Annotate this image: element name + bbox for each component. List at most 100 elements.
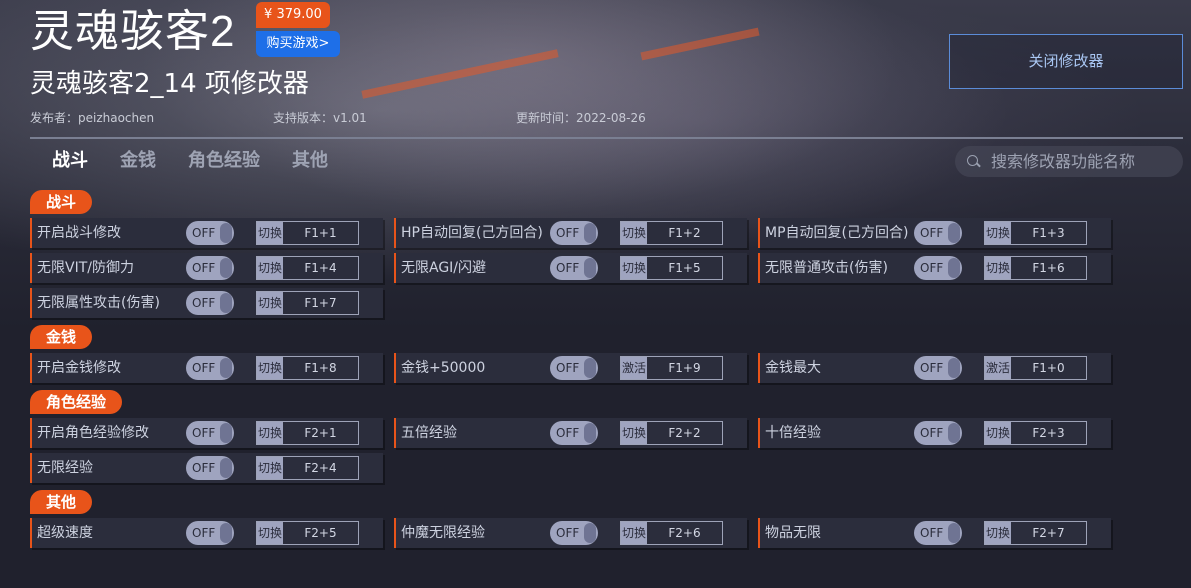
buy-game-button[interactable]: 购买游戏>	[256, 31, 340, 57]
cheat-toggle[interactable]: OFF	[914, 256, 962, 280]
hotkey-mode-label: 切换	[257, 292, 283, 314]
hotkey-button[interactable]: 切换 F2+1	[256, 421, 359, 445]
section-header-character-exp: 角色经验	[30, 390, 123, 414]
search-box	[955, 146, 1183, 177]
hotkey-key: F2+2	[668, 426, 701, 440]
cheat-toggle[interactable]: OFF	[186, 521, 234, 545]
cheat-toggle[interactable]: OFF	[914, 221, 962, 245]
search-input[interactable]	[991, 152, 1171, 171]
cheat-row: 开启角色经验修改 OFF 切换 F2+1	[30, 418, 383, 448]
cheat-label: 十倍经验	[765, 425, 821, 441]
hotkey-button[interactable]: 切换 F1+7	[256, 291, 359, 315]
hotkey-button[interactable]: 激活 F1+0	[984, 356, 1087, 380]
cheat-toggle[interactable]: OFF	[914, 356, 962, 380]
hotkey-key: F2+7	[1032, 526, 1065, 540]
hotkey-key: F2+5	[304, 526, 337, 540]
hotkey-key: F1+0	[1032, 361, 1065, 375]
cheat-label: 金钱+50000	[401, 360, 486, 376]
hotkey-key: F1+6	[1032, 261, 1065, 275]
tab-other[interactable]: 其他	[292, 148, 328, 174]
cheat-row: 无限AGI/闪避 OFF 切换 F1+5	[394, 253, 747, 283]
hotkey-mode-label: 切换	[257, 257, 283, 279]
hotkey-key: F1+5	[668, 261, 701, 275]
cheat-row: 仲魔无限经验 OFF 切换 F2+6	[394, 518, 747, 548]
hotkey-key: F2+3	[1032, 426, 1065, 440]
header-divider	[30, 137, 1183, 139]
tab-character-exp[interactable]: 角色经验	[188, 148, 260, 174]
tab-combat[interactable]: 战斗	[52, 148, 88, 174]
cheat-row: 开启战斗修改 OFF 切换 F1+1	[30, 218, 383, 248]
hotkey-button[interactable]: 切换 F1+2	[620, 221, 723, 245]
cheat-label: HP自动回复(己方回合)	[401, 225, 543, 241]
hotkey-mode-label: 激活	[985, 357, 1011, 379]
hotkey-mode-label: 切换	[257, 422, 283, 444]
cheat-toggle[interactable]: OFF	[550, 221, 598, 245]
hotkey-mode-label: 切换	[621, 257, 647, 279]
hotkey-mode-label: 激活	[621, 357, 647, 379]
cheat-toggle[interactable]: OFF	[550, 256, 598, 280]
hotkey-key: F2+1	[304, 426, 337, 440]
hotkey-mode-label: 切换	[985, 257, 1011, 279]
hotkey-mode-label: 切换	[257, 457, 283, 479]
cheat-row: 金钱+50000 OFF 激活 F1+9	[394, 353, 747, 383]
section-header-other: 其他	[30, 490, 93, 514]
hotkey-button[interactable]: 切换 F1+8	[256, 356, 359, 380]
cheat-toggle[interactable]: OFF	[550, 521, 598, 545]
tab-money[interactable]: 金钱	[120, 148, 156, 174]
cheat-label: 开启战斗修改	[37, 225, 121, 241]
hotkey-key: F1+2	[668, 226, 701, 240]
hotkey-button[interactable]: 切换 F1+3	[984, 221, 1087, 245]
hotkey-key: F1+3	[1032, 226, 1065, 240]
cheat-row: 十倍经验 OFF 切换 F2+3	[758, 418, 1111, 448]
cheat-label: 无限属性攻击(伤害)	[37, 295, 160, 311]
cheat-toggle[interactable]: OFF	[550, 421, 598, 445]
cheat-toggle[interactable]: OFF	[186, 421, 234, 445]
cheat-row: 无限经验 OFF 切换 F2+4	[30, 453, 383, 483]
hotkey-button[interactable]: 切换 F1+4	[256, 256, 359, 280]
hotkey-button[interactable]: 激活 F1+9	[620, 356, 723, 380]
hotkey-mode-label: 切换	[257, 522, 283, 544]
hotkey-button[interactable]: 切换 F2+7	[984, 521, 1087, 545]
hotkey-mode-label: 切换	[985, 522, 1011, 544]
hotkey-button[interactable]: 切换 F2+3	[984, 421, 1087, 445]
cheat-row: 无限普通攻击(伤害) OFF 切换 F1+6	[758, 253, 1111, 283]
hotkey-button[interactable]: 切换 F2+6	[620, 521, 723, 545]
cheat-label: 无限VIT/防御力	[37, 260, 134, 276]
version-text: 支持版本：v1.01	[273, 111, 367, 125]
hotkey-button[interactable]: 切换 F2+2	[620, 421, 723, 445]
hotkey-mode-label: 切换	[621, 422, 647, 444]
hotkey-mode-label: 切换	[621, 222, 647, 244]
cheat-toggle[interactable]: OFF	[186, 356, 234, 380]
cheat-label: 无限AGI/闪避	[401, 260, 487, 276]
cheat-row: 无限属性攻击(伤害) OFF 切换 F1+7	[30, 288, 383, 318]
cheat-toggle[interactable]: OFF	[186, 291, 234, 315]
cheat-label: 金钱最大	[765, 360, 821, 376]
close-trainer-button[interactable]: 关闭修改器	[949, 34, 1183, 89]
cheat-label: 无限普通攻击(伤害)	[765, 260, 888, 276]
cheat-toggle[interactable]: OFF	[186, 221, 234, 245]
cheat-toggle[interactable]: OFF	[914, 421, 962, 445]
category-tabs: 战斗 金钱 角色经验 其他	[52, 148, 360, 174]
hotkey-button[interactable]: 切换 F1+5	[620, 256, 723, 280]
hotkey-button[interactable]: 切换 F2+4	[256, 456, 359, 480]
section-header-money: 金钱	[30, 325, 93, 349]
cheat-label: 开启金钱修改	[37, 360, 121, 376]
cheat-row: 金钱最大 OFF 激活 F1+0	[758, 353, 1111, 383]
publisher-text: 发布者：peizhaochen	[30, 111, 155, 125]
hotkey-button[interactable]: 切换 F1+1	[256, 221, 359, 245]
cheat-row: 超级速度 OFF 切换 F2+5	[30, 518, 383, 548]
hotkey-key: F2+4	[304, 461, 337, 475]
hotkey-key: F1+4	[304, 261, 337, 275]
trainer-title: 灵魂骇客2_14 项修改器	[30, 69, 309, 99]
hero-art-stripe	[640, 27, 760, 61]
hotkey-mode-label: 切换	[257, 222, 283, 244]
cheat-toggle[interactable]: OFF	[550, 356, 598, 380]
hotkey-button[interactable]: 切换 F2+5	[256, 521, 359, 545]
cheat-toggle[interactable]: OFF	[186, 256, 234, 280]
cheat-toggle[interactable]: OFF	[914, 521, 962, 545]
cheat-row: 无限VIT/防御力 OFF 切换 F1+4	[30, 253, 383, 283]
hotkey-button[interactable]: 切换 F1+6	[984, 256, 1087, 280]
update-date-text: 更新时间：2022-08-26	[516, 111, 646, 125]
cheat-label: 超级速度	[37, 525, 93, 541]
cheat-toggle[interactable]: OFF	[186, 456, 234, 480]
